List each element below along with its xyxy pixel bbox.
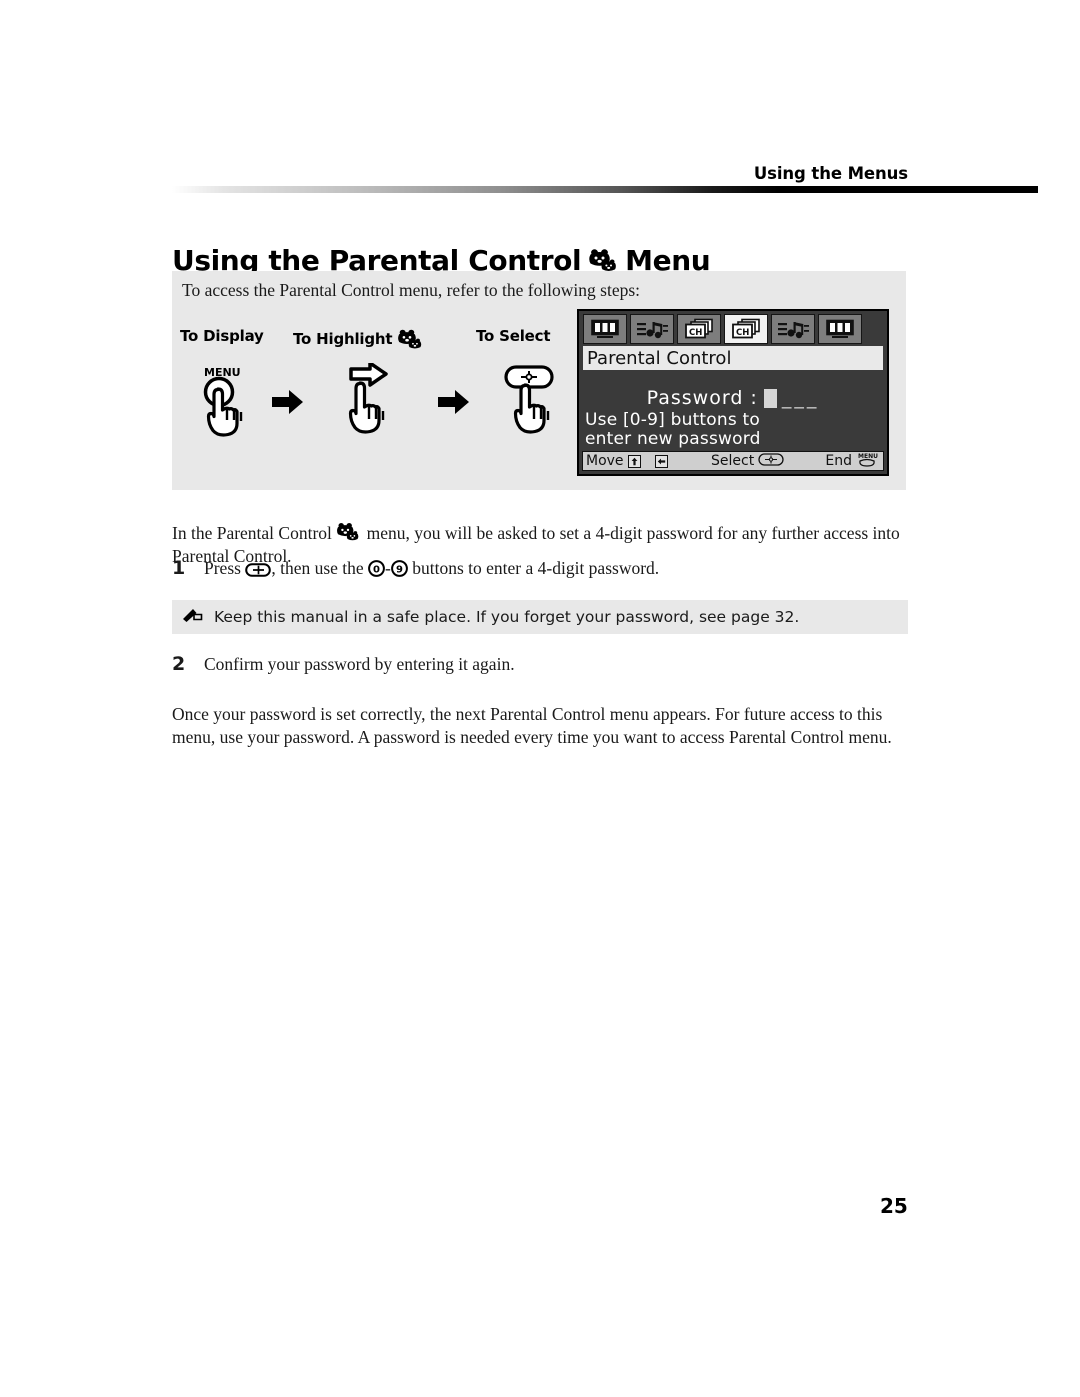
step-label-to-select: To Select bbox=[476, 327, 551, 345]
left-right-key-icon bbox=[654, 454, 668, 468]
step-1: 1 Press , then use the 0 - 9 buttons to … bbox=[172, 557, 912, 583]
note-text: Keep this manual in a safe place. If you… bbox=[214, 608, 800, 626]
step-1-number: 1 bbox=[172, 557, 186, 579]
svg-text:9: 9 bbox=[396, 564, 403, 575]
step-labels-row: To Display To Highlight To Select bbox=[180, 327, 580, 353]
menu-button-icon: MENU bbox=[856, 451, 878, 472]
hand-press-select-button-icon bbox=[492, 363, 572, 448]
osd-footer-select-label: Select bbox=[711, 453, 755, 469]
select-oval-button-icon bbox=[758, 452, 784, 470]
hand-press-arrow-button-icon bbox=[330, 361, 408, 448]
channel-menu-icon[interactable]: CH bbox=[724, 314, 768, 344]
panel-intro-text: To access the Parental Control menu, ref… bbox=[182, 280, 641, 300]
osd-hint-line-2: enter new password bbox=[585, 429, 761, 449]
step-1-text: Press , then use the 0 - 9 buttons to en… bbox=[204, 557, 659, 583]
running-header: Using the Menus bbox=[753, 164, 908, 183]
step-1-text-after: buttons to enter a 4-digit password. bbox=[412, 558, 660, 578]
osd-password-dashes: ___ bbox=[781, 387, 820, 409]
step-2-number: 2 bbox=[172, 653, 186, 675]
video-menu-icon[interactable] bbox=[583, 314, 627, 344]
osd-password-row: Password : ___ bbox=[579, 387, 887, 409]
step-label-to-select-text: To Select bbox=[476, 327, 551, 345]
header-rule-divider bbox=[172, 186, 1038, 193]
osd-footer-end: End MENU bbox=[825, 451, 878, 472]
osd-hint-line-1: Use [0-9] buttons to bbox=[585, 410, 760, 430]
osd-menu-icon-bar: CH CH bbox=[579, 311, 887, 345]
procedure-illustration-panel: To access the Parental Control menu, ref… bbox=[172, 271, 906, 490]
hand-press-menu-button-icon: MENU bbox=[192, 363, 262, 448]
channel-menu-icon[interactable]: CH bbox=[677, 314, 721, 344]
step-1-text-mid: , then use the bbox=[271, 558, 364, 578]
number-key-0-icon: 0 bbox=[368, 560, 385, 583]
osd-screen-mockup: CH CH Parental Control Password: ___ Us… bbox=[577, 309, 889, 476]
audio-menu-icon[interactable] bbox=[630, 314, 674, 344]
right-arrow-icon bbox=[438, 389, 470, 420]
osd-footer-bar: Move Select End MENU bbox=[582, 451, 884, 471]
pencil-note-icon bbox=[182, 607, 204, 627]
step-label-to-highlight: To Highlight bbox=[293, 327, 423, 351]
page-number: 25 bbox=[880, 1194, 908, 1218]
osd-password-cursor bbox=[763, 388, 777, 408]
number-key-9-icon: 9 bbox=[390, 560, 408, 583]
step-2: 2 Confirm your password by entering it a… bbox=[172, 653, 912, 676]
select-oval-button-icon bbox=[245, 560, 272, 583]
right-arrow-icon bbox=[272, 389, 304, 420]
osd-footer-select: Select bbox=[711, 452, 784, 470]
osd-password-label: Password : bbox=[646, 387, 758, 409]
svg-text:CH: CH bbox=[736, 328, 749, 338]
step-label-to-display: To Display bbox=[180, 327, 264, 345]
note-callout: Keep this manual in a safe place. If you… bbox=[172, 600, 908, 634]
parental-control-bear-icon bbox=[336, 521, 362, 543]
step-label-to-display-text: To Display bbox=[180, 327, 264, 345]
parental-control-bear-icon bbox=[588, 247, 618, 273]
svg-text:CH: CH bbox=[689, 328, 702, 338]
up-down-key-icon bbox=[627, 454, 641, 468]
step-label-to-highlight-text: To Highlight bbox=[293, 330, 393, 348]
parental-control-bear-icon bbox=[397, 327, 423, 351]
osd-hint-text: Use [0-9] buttons to enter new password bbox=[585, 411, 761, 449]
step-1-text-before: Press bbox=[204, 558, 241, 578]
svg-text:0: 0 bbox=[373, 564, 380, 575]
audio-menu-icon[interactable] bbox=[771, 314, 815, 344]
osd-footer-move: Move bbox=[586, 453, 668, 469]
menu-button-caption: MENU bbox=[204, 366, 241, 379]
osd-footer-move-label: Move bbox=[586, 453, 624, 469]
video-menu-icon[interactable] bbox=[818, 314, 862, 344]
osd-title-bar: Parental Control bbox=[583, 346, 883, 370]
intro-paragraph-before: In the Parental Control bbox=[172, 522, 332, 543]
step-2-text: Confirm your password by entering it aga… bbox=[204, 654, 515, 674]
osd-footer-end-label: End bbox=[825, 453, 852, 469]
closing-paragraph: Once your password is set correctly, the… bbox=[172, 703, 892, 748]
